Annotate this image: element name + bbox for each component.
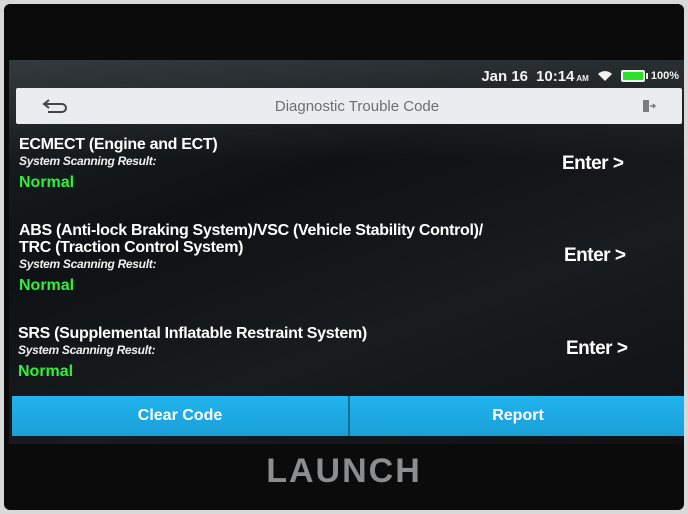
enter-button-abs[interactable]: Enter > xyxy=(564,245,626,267)
battery-tip xyxy=(645,73,648,79)
system-name: SRS (Supplemental Inflatable Restraint S… xyxy=(18,325,367,342)
system-name-line2: TRC (Traction Control System) xyxy=(19,239,244,256)
system-result-status: Normal xyxy=(19,174,75,191)
system-result-label: System Scanning Result: xyxy=(18,343,156,357)
battery-icon: 100% xyxy=(620,70,679,82)
status-time: 10:14 AM xyxy=(536,68,589,85)
clear-code-button[interactable]: Clear Code xyxy=(12,396,348,436)
action-bar: Clear Code Report xyxy=(12,396,684,436)
exit-button[interactable] xyxy=(624,93,674,119)
title-bar: Diagnostic Trouble Code xyxy=(16,88,682,124)
report-button[interactable]: Report xyxy=(350,396,684,436)
enter-button-srs[interactable]: Enter > xyxy=(566,338,628,360)
system-result-status: Normal xyxy=(18,363,74,380)
system-item-ecmect: ECMECT (Engine and ECT) System Scanning … xyxy=(19,136,539,192)
system-item-srs: SRS (Supplemental Inflatable Restraint S… xyxy=(18,325,538,381)
status-ampm: AM xyxy=(576,73,589,83)
system-result-status: Normal xyxy=(19,277,75,294)
wifi-icon xyxy=(597,70,613,82)
screen: Jan 16 10:14 AM 100% Diagnostic Trouble … xyxy=(9,60,684,444)
tablet-device: Jan 16 10:14 AM 100% Diagnostic Trouble … xyxy=(4,4,684,510)
battery-percent: 100% xyxy=(650,70,679,82)
system-result-label: System Scanning Result: xyxy=(19,154,157,168)
page-title: Diagnostic Trouble Code xyxy=(274,97,440,115)
status-time-value: 10:14 xyxy=(536,67,575,85)
back-arrow-icon xyxy=(42,99,67,113)
system-name: ECMECT (Engine and ECT) xyxy=(19,136,218,153)
brand-logo: LAUNCH xyxy=(266,452,422,490)
status-bar: Jan 16 10:14 AM 100% xyxy=(9,66,679,86)
enter-button-ecmect[interactable]: Enter > xyxy=(562,153,624,175)
battery-level xyxy=(620,70,645,82)
status-date: Jan 16 xyxy=(481,67,529,85)
system-name-line1: ABS (Anti-lock Braking System)/VSC (Vehi… xyxy=(19,222,483,239)
exit-icon xyxy=(643,100,657,112)
system-item-abs: ABS (Anti-lock Braking System)/VSC (Vehi… xyxy=(19,222,559,295)
back-button[interactable] xyxy=(20,93,90,119)
system-result-label: System Scanning Result: xyxy=(19,257,157,271)
